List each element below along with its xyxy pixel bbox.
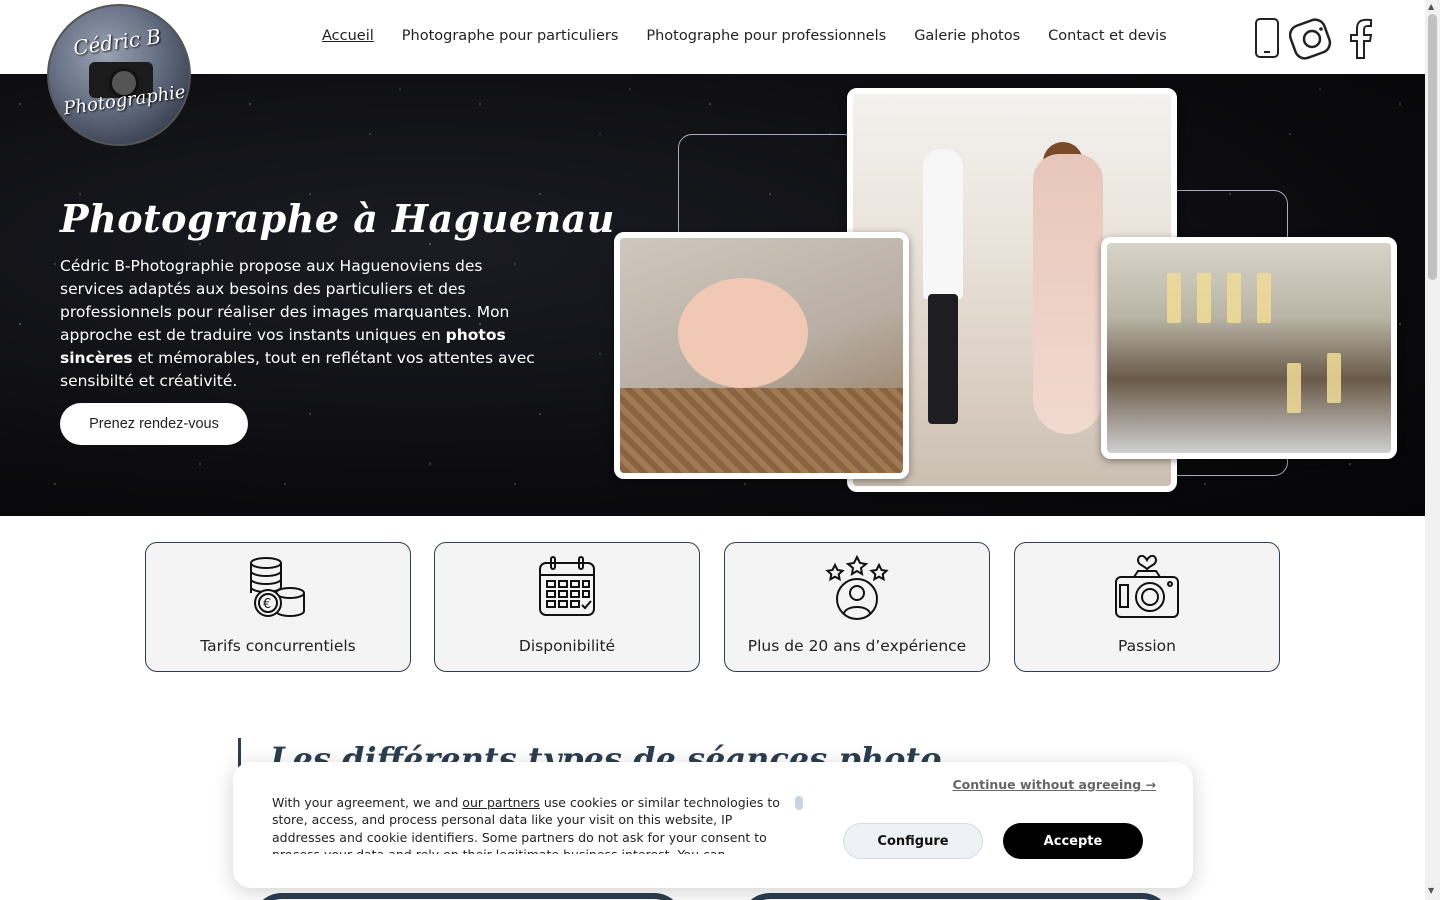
continue-without-agreeing-link[interactable]: Continue without agreeing → — [952, 777, 1156, 792]
nav-professionnels[interactable]: Photographe pour professionnels — [646, 28, 886, 44]
hero-title: Photographe à Haguenau — [60, 196, 615, 241]
scroll-down-arrow-icon[interactable]: ▼ — [1428, 886, 1434, 895]
page-scrollbar[interactable]: ▲ ▼ — [1425, 0, 1440, 900]
stars-user-icon — [825, 554, 889, 625]
hero-section: Photographe à Haguenau Cédric B-Photogra… — [0, 74, 1425, 516]
scrollbar-thumb[interactable] — [1428, 14, 1437, 280]
feature-card-tarifs: € Tarifs concurrentiels — [145, 542, 411, 672]
partners-link[interactable]: our partners — [462, 795, 540, 810]
reception-photo — [1101, 237, 1397, 459]
site-logo[interactable]: Cédric B Photographie — [47, 4, 191, 146]
nav-accueil[interactable]: Accueil — [322, 28, 374, 44]
newborn-photo — [614, 232, 909, 479]
cookie-consent-banner: Continue without agreeing → With your ag… — [233, 762, 1193, 888]
session-card[interactable] — [252, 893, 684, 900]
svg-text:€: € — [263, 597, 271, 612]
feature-card-passion: Passion — [1014, 542, 1280, 672]
hero-description: Cédric B-Photographie propose aux Haguen… — [60, 257, 535, 390]
logo-line-1: Cédric B — [71, 23, 163, 61]
scroll-up-arrow-icon[interactable]: ▲ — [1428, 2, 1434, 11]
nav-galerie[interactable]: Galerie photos — [914, 28, 1020, 44]
feature-card-disponibilite: Disponibilité — [434, 542, 700, 672]
nav-particuliers[interactable]: Photographe pour particuliers — [402, 28, 619, 44]
feature-label: Disponibilité — [518, 637, 616, 655]
feature-label: Tarifs concurrentiels — [200, 637, 356, 655]
cookie-text-scrollbar[interactable] — [795, 796, 803, 810]
feature-label: Passion — [1118, 637, 1176, 655]
camera-heart-icon — [1114, 554, 1180, 625]
configure-button[interactable]: Configure — [843, 823, 983, 859]
instagram-icon[interactable] — [1289, 18, 1333, 60]
accept-button[interactable]: Accepte — [1003, 823, 1143, 859]
coins-euro-icon: € — [248, 555, 308, 625]
feature-label: Plus de 20 ans d’expérience — [747, 637, 967, 655]
facebook-icon[interactable] — [1344, 18, 1378, 60]
session-card[interactable] — [740, 893, 1172, 900]
calendar-icon — [537, 555, 597, 623]
feature-card-experience: Plus de 20 ans d’expérience — [724, 542, 990, 672]
appointment-button[interactable]: Prenez rendez-vous — [60, 403, 248, 445]
phone-icon[interactable] — [1254, 18, 1280, 58]
site-header: Accueil Photographe pour particuliers Ph… — [0, 0, 1425, 74]
main-nav: Accueil Photographe pour particuliers Ph… — [322, 28, 1167, 44]
cookie-text: With your agreement, we and our partners… — [272, 795, 780, 854]
nav-contact[interactable]: Contact et devis — [1048, 28, 1167, 44]
